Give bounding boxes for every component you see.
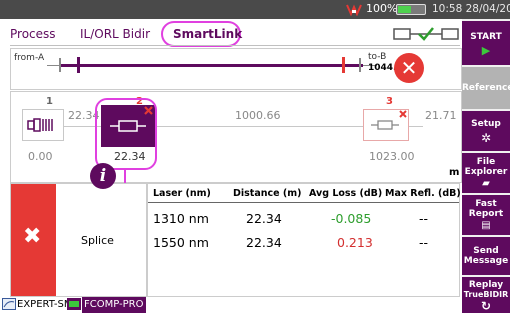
setup-button[interactable]: Setup ✲: [462, 111, 510, 151]
overview-fiber: [61, 64, 363, 67]
link-overview[interactable]: from-A to-B 1044.70 m ✕: [10, 48, 462, 90]
report-icon: ▤: [481, 220, 491, 231]
start-label: START: [470, 32, 502, 42]
send-message-label-1: Send: [473, 246, 499, 256]
header-distance: Distance (m): [233, 188, 302, 199]
header-rule: [148, 202, 459, 203]
info-icon[interactable]: i: [90, 163, 116, 189]
row-2-refl: --: [419, 235, 429, 250]
row-2-loss: 0.213: [337, 235, 373, 250]
results-table: Laser (nm) Distance (m) Avg Loss (dB) Ma…: [147, 183, 461, 297]
right-toolbar: START ▶ Reference Setup ✲ File Explorer …: [462, 19, 510, 313]
overview-marker-a: [77, 57, 80, 73]
status-bar: 100% 10:58 28/04/202: [0, 0, 510, 19]
send-message-label-2: Message: [463, 256, 509, 266]
span-line-2: [155, 126, 363, 127]
link-status-icon: [393, 27, 459, 41]
battery-fill: [398, 6, 411, 13]
fail-x-icon: ✖: [23, 224, 42, 249]
replay-truebidir-button[interactable]: Replay TrueBIDIR ↻: [462, 277, 510, 313]
row-1-refl: --: [419, 211, 429, 226]
callout-connector: [124, 170, 126, 184]
start-button[interactable]: START ▶: [462, 21, 510, 65]
event-info-panel: ✖ Splice: [10, 183, 147, 297]
overview-tick-start: [59, 58, 61, 72]
module-expert-sm[interactable]: EXPERT-SM: [17, 299, 73, 310]
event-number-1: 1: [46, 96, 53, 107]
module-fcomp-icon: [67, 298, 81, 310]
tab-divider: [10, 45, 460, 46]
tab-process[interactable]: Process: [10, 27, 56, 41]
send-message-button[interactable]: Send Message: [462, 237, 510, 275]
event-status-strip: ✖: [11, 184, 56, 296]
viavi-logo-icon: [346, 3, 362, 16]
clock: 10:58 28/04/202: [432, 3, 510, 15]
span-2-length: 1000.66: [235, 109, 281, 122]
event-3-splice-icon[interactable]: [363, 109, 409, 141]
setup-label: Setup: [471, 119, 501, 129]
reference-label: Reference: [462, 83, 510, 93]
row-1-loss: -0.085: [331, 211, 372, 226]
overview-marker-b: [342, 57, 345, 73]
overview-tick-end: [359, 58, 361, 72]
replay-icon: ↻: [480, 299, 492, 313]
header-max-refl: Max Refl. (dB): [385, 188, 461, 199]
fast-report-label-2: Report: [468, 209, 504, 219]
gear-icon: ✲: [480, 131, 492, 145]
event-number-3: 3: [386, 96, 393, 107]
row-1-distance: 22.34: [246, 211, 282, 226]
tab-smartlink[interactable]: SmartLink: [173, 27, 242, 41]
battery-percent: 100%: [366, 2, 398, 15]
row-2-laser: 1550 nm: [153, 235, 209, 250]
fast-report-button[interactable]: Fast Report ▤: [462, 195, 510, 235]
play-icon: ▶: [481, 44, 491, 57]
file-explorer-label-1: File: [476, 157, 496, 167]
distance-unit: m: [449, 167, 460, 178]
row-2-distance: 22.34: [246, 235, 282, 250]
reference-button[interactable]: Reference: [462, 67, 510, 109]
span-line-3: [409, 126, 423, 127]
to-label: to-B: [368, 52, 387, 62]
tab-il-orl-bidir[interactable]: IL/ORL Bidir: [80, 27, 150, 41]
header-laser: Laser (nm): [153, 188, 211, 199]
replay-label-1: Replay: [468, 280, 504, 290]
file-explorer-button[interactable]: File Explorer ▰: [462, 153, 510, 193]
selected-event-highlight: [95, 98, 157, 170]
folder-icon: ▰: [482, 178, 490, 189]
event-1-position: 0.00: [28, 150, 53, 163]
bottom-bar: EXPERT-SM FCOMP-PRO: [0, 297, 462, 313]
row-1-laser: 1310 nm: [153, 211, 209, 226]
event-3-position: 1023.00: [369, 150, 415, 163]
fast-report-label-1: Fast: [475, 199, 497, 209]
event-1-connector-icon[interactable]: [22, 109, 64, 141]
battery-icon: [396, 4, 426, 15]
span-3-length: 21.71: [425, 109, 457, 122]
link-diagram[interactable]: 1 0.00 22.34 2 22.34 1000.66 3 1023.00 2…: [10, 91, 462, 183]
from-label: from-A: [14, 53, 45, 63]
file-explorer-label-2: Explorer: [464, 167, 508, 177]
event-type: Splice: [81, 234, 114, 247]
module-expert-icon: [2, 298, 16, 310]
header-avg-loss: Avg Loss (dB): [309, 188, 383, 199]
close-icon[interactable]: ✕: [394, 53, 424, 83]
module-fcomp-pro[interactable]: FCOMP-PRO: [82, 297, 146, 313]
